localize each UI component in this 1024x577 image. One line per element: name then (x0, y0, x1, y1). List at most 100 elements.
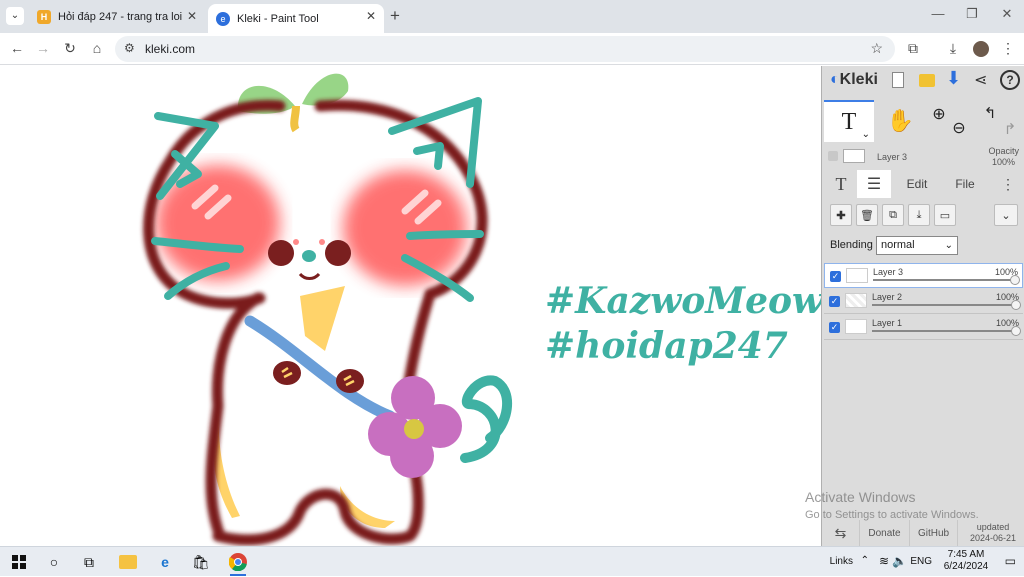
layer-visible-checkbox[interactable]: ✓ (830, 271, 841, 282)
tab-kleki[interactable]: e Kleki - Paint Tool ✕ (208, 4, 384, 33)
tool-row: T ⌄ ✋ ⊕ ⊖ ↰ ↱ (822, 100, 1024, 142)
layer-thumbnail (845, 319, 867, 334)
layer-row-1[interactable]: ✓ Layer 1 100% (824, 315, 1023, 340)
blending-label: Blending (830, 239, 873, 251)
tab-layers-icon[interactable]: ☰ (857, 170, 891, 198)
left-eye (268, 240, 294, 266)
minimize-icon[interactable]: — (928, 6, 948, 21)
file-explorer-icon[interactable] (119, 555, 137, 569)
undo-icon[interactable]: ↰ (980, 100, 1000, 142)
nose (302, 250, 316, 262)
activate-windows-watermark: Activate Windows Go to Settings to activ… (805, 488, 1005, 524)
tab-edit[interactable]: Edit (894, 170, 940, 198)
home-icon[interactable]: ⌂ (88, 40, 106, 56)
chrome-icon[interactable] (229, 553, 247, 571)
layer-visibility-checkbox[interactable] (828, 151, 838, 161)
kleki-logo-icon: ◐ (830, 71, 840, 88)
downloads-icon[interactable]: ⤓ (944, 40, 962, 57)
flower-bag (368, 376, 462, 478)
search-icon[interactable]: ○ (45, 553, 63, 571)
tray-overflow-icon[interactable]: ⌃ (861, 555, 869, 566)
menu-icon[interactable]: ⋮ (999, 40, 1017, 57)
open-folder-icon[interactable] (919, 74, 935, 87)
layer-thumbnail (846, 268, 868, 283)
merge-layer-icon[interactable]: ⤓ (908, 204, 930, 226)
layer-opacity-slider[interactable] (872, 304, 1017, 306)
layer-row-3[interactable]: ✓ Layer 3 100% (824, 263, 1023, 288)
right-eye (325, 240, 351, 266)
layer-name: Layer 1 (872, 318, 903, 328)
back-icon[interactable]: ← (8, 40, 26, 56)
slider-knob[interactable] (1011, 300, 1021, 310)
updated-date: 2024-06-21 (969, 533, 1017, 543)
edge-icon[interactable]: e (156, 553, 174, 571)
clock-time: 7:45 AM (947, 549, 985, 560)
button-left (273, 361, 301, 385)
tab-file[interactable]: File (942, 170, 988, 198)
zoom-in-icon[interactable]: ⊕ (928, 100, 950, 142)
hand-tool-icon[interactable]: ✋ (878, 100, 923, 142)
tab-title: Hỏi đáp 247 - trang tra loi (58, 11, 183, 23)
help-icon[interactable]: ? (1000, 70, 1020, 90)
reload-icon[interactable]: ↻ (61, 40, 79, 57)
task-view-icon[interactable]: ⧉ (80, 553, 98, 571)
tab-hoidap247[interactable]: H Hỏi đáp 247 - trang tra loi ✕ (29, 4, 205, 30)
hashtag-kazwomeow: #KazwoMeow (545, 280, 821, 322)
close-tab-icon[interactable]: ✕ (366, 9, 376, 23)
redo-icon[interactable]: ↱ (1000, 100, 1020, 142)
layer-visible-checkbox[interactable]: ✓ (829, 322, 840, 333)
links-toolbar[interactable]: Links (830, 556, 853, 567)
duplicate-layer-icon[interactable]: ⧉ (882, 204, 904, 226)
blending-row: Blending normal ⌄ (822, 236, 1024, 258)
expand-chevron-icon[interactable]: ⌄ (994, 204, 1018, 226)
profile-avatar[interactable] (973, 41, 989, 57)
bookmark-star-icon[interactable]: ☆ (870, 40, 883, 57)
url-omnibox[interactable]: ⚙ kleki.com ☆ (115, 36, 895, 62)
panel-tabs: T ☰ Edit File ⋮ (822, 170, 1024, 198)
layer-opacity-slider[interactable] (872, 330, 1017, 332)
delete-layer-icon[interactable]: 🗑 (856, 204, 878, 226)
browser-tab-bar: ⌄ H Hỏi đáp 247 - trang tra loi ✕ e Klek… (0, 0, 1024, 33)
kleki-logo: ◐Kleki (830, 71, 878, 89)
site-info-icon[interactable]: ⚙ (124, 41, 135, 55)
drawing-canvas[interactable]: #KazwoMeow #hoidap247 (0, 66, 821, 546)
extensions-icon[interactable]: ⧉ (904, 40, 922, 57)
text-tool-button[interactable]: T ⌄ (824, 100, 874, 142)
tab-text-icon[interactable]: T (826, 170, 856, 198)
more-menu-icon[interactable]: ⋮ (998, 170, 1018, 198)
clock-date: 6/24/2024 (943, 561, 989, 572)
restore-icon[interactable]: ❐ (962, 6, 982, 22)
network-icon[interactable]: ≋ (879, 554, 889, 568)
opacity-label: Opacity (988, 146, 1019, 156)
rename-layer-icon[interactable]: ▭ (934, 204, 956, 226)
watermark-title: Activate Windows (805, 489, 916, 505)
updated-info: updated 2024-06-21 (962, 522, 1024, 544)
store-icon[interactable]: 🛍 (192, 553, 210, 571)
layer-name: Layer 3 (873, 267, 904, 277)
save-download-icon[interactable]: ⬇ (946, 68, 961, 89)
layer-opacity-slider[interactable] (873, 279, 1016, 281)
notifications-icon[interactable]: ▭ (1005, 554, 1016, 568)
volume-icon[interactable]: 🔈 (892, 554, 907, 568)
slider-knob[interactable] (1011, 326, 1021, 336)
windows-taskbar: ○ ⧉ e 🛍 Links ⌃ ≋ 🔈 ENG 7:45 AM 6/24/202… (0, 546, 1024, 576)
forward-icon[interactable]: → (34, 40, 52, 56)
blending-select[interactable]: normal ⌄ (876, 236, 958, 255)
close-window-icon[interactable]: ✕ (997, 6, 1017, 22)
clock[interactable]: 7:45 AM 6/24/2024 (936, 549, 996, 573)
new-tab-button[interactable]: + (390, 6, 400, 26)
zoom-out-icon[interactable]: ⊖ (948, 100, 970, 142)
close-tab-icon[interactable]: ✕ (187, 9, 197, 23)
slider-knob[interactable] (1010, 275, 1020, 285)
kleki-sidebar: ◐Kleki ⬇ ⋖ ? T ⌄ ✋ ⊕ ⊖ ↰ ↱ Layer 3 Opacit… (821, 66, 1024, 546)
share-icon[interactable]: ⋖ (974, 70, 987, 90)
tab-search-button[interactable]: ⌄ (6, 7, 24, 25)
new-image-icon[interactable] (892, 72, 904, 88)
layer-visible-checkbox[interactable]: ✓ (829, 296, 840, 307)
windows-start-icon[interactable] (10, 553, 28, 571)
add-layer-icon[interactable]: ✚ (830, 204, 852, 226)
layer-row-2[interactable]: ✓ Layer 2 100% (824, 289, 1023, 314)
language-indicator[interactable]: ENG (910, 556, 932, 567)
hoidap-favicon-icon: H (37, 10, 51, 24)
hashtag-hoidap247: #hoidap247 (545, 325, 788, 367)
